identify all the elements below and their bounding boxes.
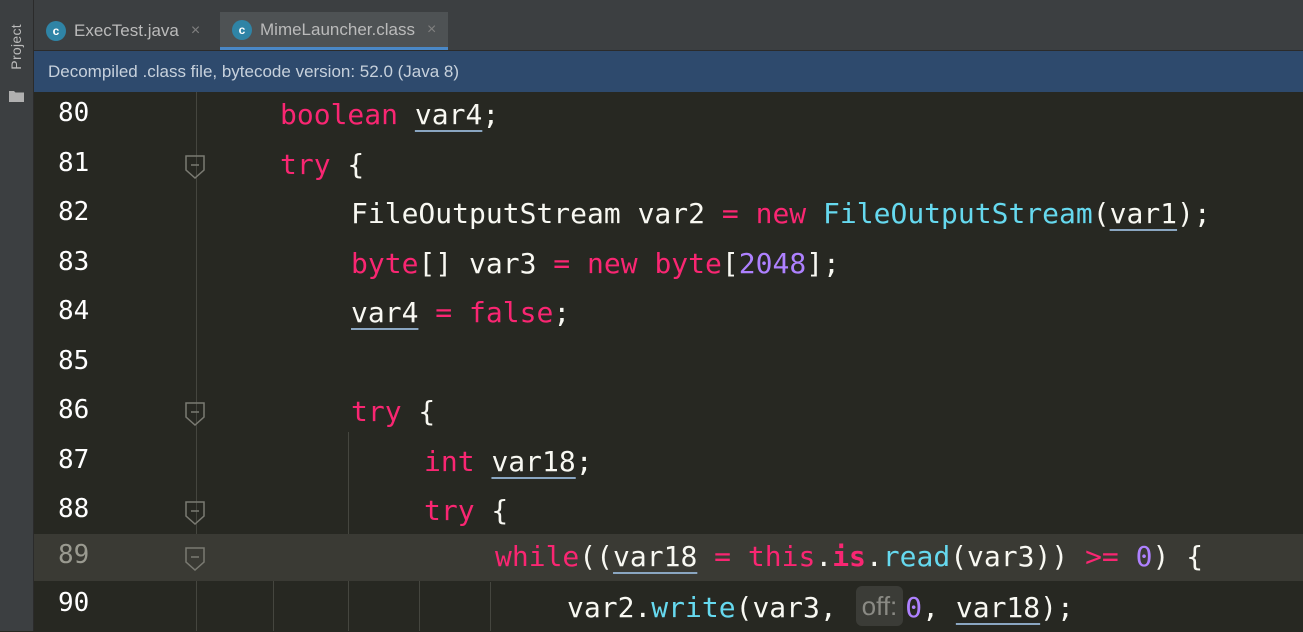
decompiled-info-banner: Decompiled .class file, bytecode version… (34, 51, 1303, 92)
project-tool-window-button[interactable]: Project (0, 12, 33, 104)
code-text: byte[] var3 = new byte[2048]; (351, 246, 840, 280)
code-line: 86 try { (34, 389, 1303, 439)
banner-text: Decompiled .class file, bytecode version… (48, 61, 460, 81)
line-number: 86 (58, 395, 90, 425)
code-line: 84 var4 = false; (34, 290, 1303, 340)
code-text: boolean var4; (280, 98, 500, 131)
code-line: 83 byte[] var3 = new byte[2048]; (34, 241, 1303, 291)
code-line: 85 (34, 340, 1303, 390)
code-line: 82 FileOutputStream var2 = new FileOutpu… (34, 191, 1303, 241)
line-number: 88 (58, 494, 90, 524)
fold-icon[interactable] (185, 154, 205, 179)
line-number: 87 (58, 444, 90, 475)
close-icon[interactable]: × (427, 21, 436, 39)
line-number: 85 (58, 345, 90, 376)
code-text: var4 = false; (351, 296, 571, 329)
code-text: while((var18 = this.is.read(var3)) >= 0)… (495, 540, 1204, 573)
line-number: 90 (58, 588, 90, 618)
left-tool-strip: Project (0, 0, 34, 631)
code-editor[interactable]: 80 boolean var4; 81 try { 82 FileOutputS… (34, 92, 1303, 631)
code-line: 88 try { (34, 488, 1303, 538)
java-class-icon: c (46, 21, 66, 41)
line-number: 82 (58, 197, 90, 227)
code-text: var2.write(var3, off: 0, var18); (567, 586, 1074, 628)
editor-tab-bar: c ExecTest.java × c MimeLauncher.class × (34, 0, 1303, 51)
fold-icon[interactable] (185, 547, 205, 571)
tab-exectest-java[interactable]: c ExecTest.java × (46, 12, 200, 50)
close-icon[interactable]: × (191, 22, 200, 40)
tab-label: MimeLauncher.class (260, 19, 415, 39)
class-file-icon: c (232, 19, 252, 40)
fold-icon[interactable] (185, 501, 205, 525)
code-text: try { (351, 395, 436, 428)
line-number: 81 (58, 147, 90, 178)
code-line: 81 try { (34, 142, 1303, 192)
tab-label: ExecTest.java (74, 21, 179, 40)
project-label: Project (8, 24, 24, 70)
parameter-hint: off: (855, 586, 904, 626)
line-number: 83 (58, 246, 90, 277)
code-line: 87 int var18; (34, 439, 1303, 489)
code-line: 90 var2.write(var3, off: 0, var18); (34, 582, 1303, 632)
line-number: 84 (58, 296, 90, 326)
line-number: 80 (58, 98, 90, 128)
code-line: 80 boolean var4; (34, 92, 1303, 142)
line-number: 89 (58, 540, 90, 570)
code-line-current: 89 while((var18 = this.is.read(var3)) >=… (34, 534, 1303, 581)
fold-icon[interactable] (185, 402, 205, 426)
code-text: try { (424, 494, 509, 527)
folder-icon (9, 91, 24, 102)
code-text: int var18; (424, 444, 593, 478)
tab-mimelauncher-class[interactable]: c MimeLauncher.class × (220, 12, 449, 50)
code-text: FileOutputStream var2 = new FileOutputSt… (351, 197, 1211, 230)
code-text: try { (280, 147, 365, 181)
